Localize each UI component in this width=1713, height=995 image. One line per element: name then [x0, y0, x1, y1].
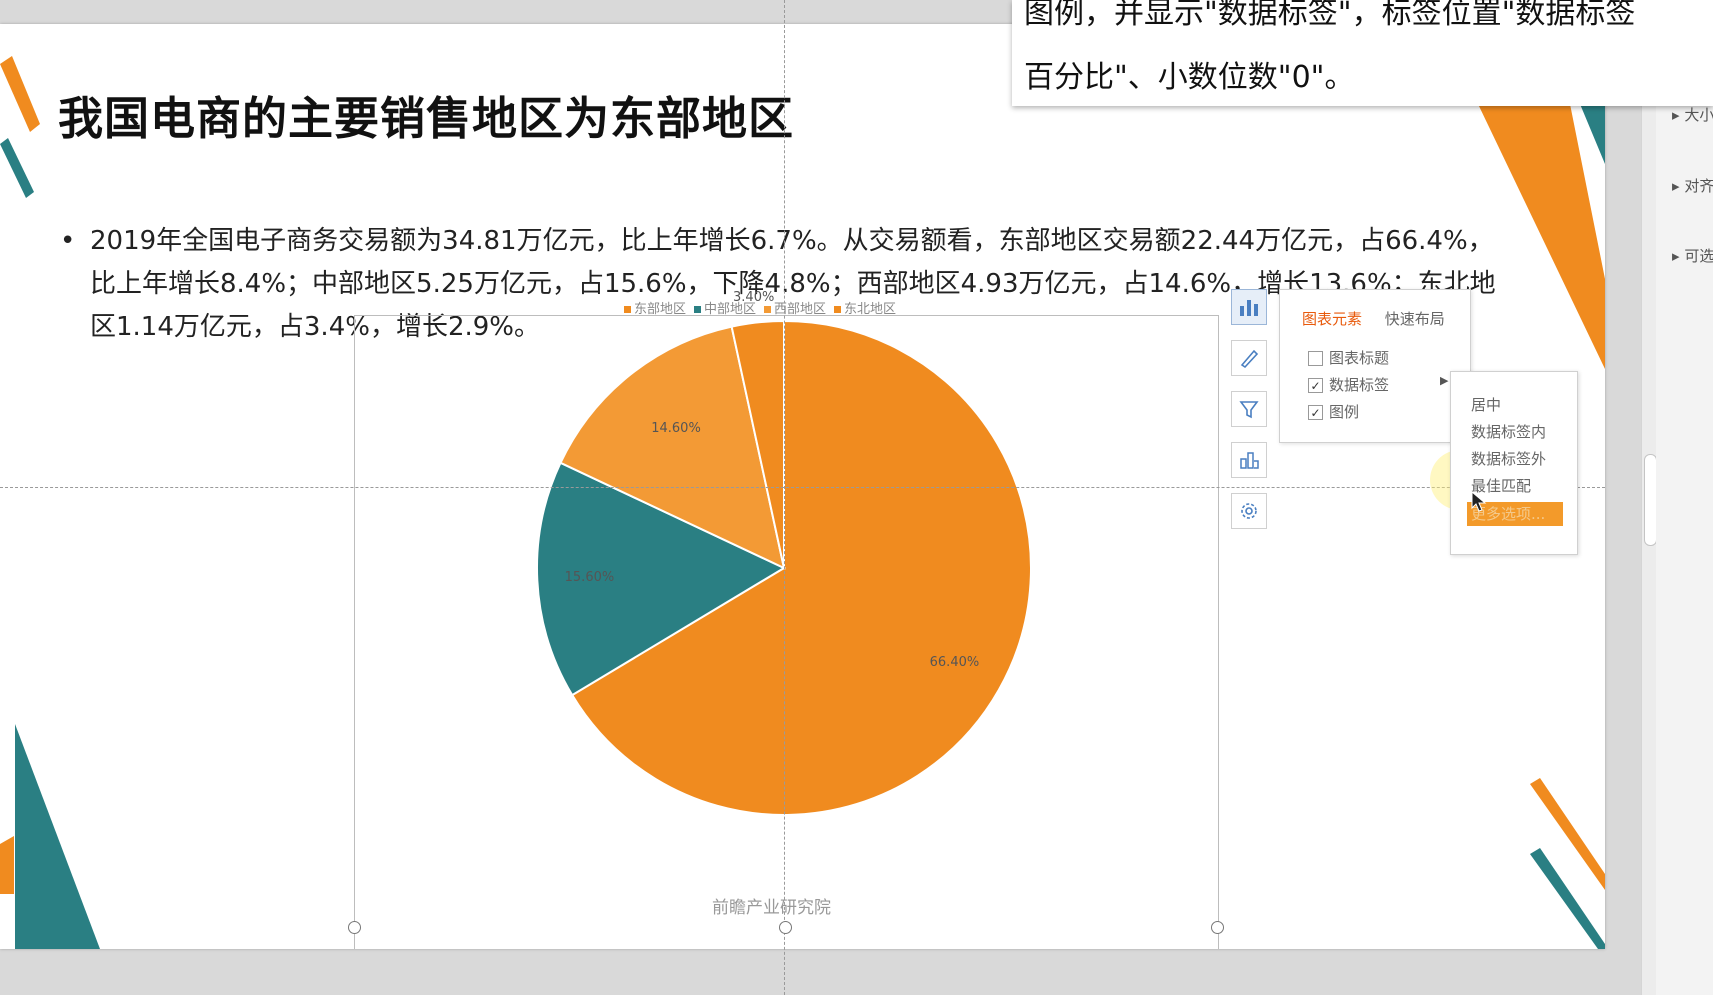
slide-title[interactable]: 我国电商的主要销售地区为东部地区 — [58, 82, 794, 147]
deco-orange-stripe-top-left — [0, 56, 40, 132]
legend-swatch — [694, 306, 702, 313]
option-label: 图表标题 — [1329, 349, 1390, 367]
chart-style-button[interactable] — [1231, 340, 1267, 376]
legend-label: 西部地区 — [774, 302, 827, 317]
resize-handle-bottom-right[interactable] — [1211, 921, 1224, 934]
label-position-menu: 居中 数据标签内 数据标签外 最佳匹配 更多选项... — [1450, 371, 1578, 555]
legend-checkbox[interactable]: ✓ — [1308, 405, 1323, 420]
chart-type-icon — [1240, 452, 1259, 469]
data-labels-checkbox[interactable]: ✓ — [1308, 378, 1323, 393]
right-panel-item-optional[interactable]: ▸ 可选 — [1672, 245, 1713, 266]
deco-teal-shape-top-right — [1580, 104, 1605, 164]
panel-tabs: 图表元素 快速布局 — [1302, 308, 1463, 329]
chart-elements-button[interactable] — [1231, 289, 1267, 325]
legend-label: 东北地区 — [844, 302, 897, 317]
tab-chart-elements[interactable]: 图表元素 — [1302, 308, 1362, 329]
data-label-3[interactable]: 3.40% — [733, 290, 774, 305]
instruction-note: 图例，并显示"数据标签"，标签位置"数据标签 百分比"、小数位数"0"。 — [1012, 0, 1713, 106]
right-panel-item-label: 对齐 — [1684, 177, 1713, 195]
instruction-line-2: 百分比"、小数位数"0"。 — [1024, 60, 1355, 95]
right-panel-item-size[interactable]: ▸ 大小 — [1672, 104, 1713, 125]
chart-toolbar — [1231, 289, 1271, 544]
submenu-arrow-icon[interactable]: ▶ — [1440, 374, 1448, 387]
right-properties-panel: ▸ 大小 ▸ 对齐 ▸ 可选 — [1656, 70, 1713, 995]
vertical-scrollbar[interactable] — [1641, 30, 1657, 995]
bullet-marker: • — [60, 226, 76, 256]
option-chart-title[interactable]: 图表标题 — [1308, 347, 1389, 368]
legend-swatch — [834, 306, 842, 313]
right-panel-item-align[interactable]: ▸ 对齐 — [1672, 175, 1713, 196]
instruction-line-1: 图例，并显示"数据标签"，标签位置"数据标签 — [1024, 0, 1636, 31]
chart-title-checkbox[interactable] — [1308, 351, 1323, 366]
menu-item-center[interactable]: 居中 — [1471, 394, 1501, 415]
chart-settings-icon — [1241, 503, 1257, 519]
deco-orange-stripe-bottom-right — [1530, 778, 1605, 890]
chart-elements-panel: 图表元素 快速布局 图表标题 ✓ 数据标签 ▶ ✓ 图例 — [1279, 289, 1471, 443]
data-label-0[interactable]: 66.40% — [930, 655, 980, 670]
chart-filter-button[interactable] — [1231, 391, 1267, 427]
option-data-labels[interactable]: ✓ 数据标签 ▶ — [1308, 374, 1448, 395]
deco-teal-triangle-bottom-left — [15, 724, 100, 949]
menu-item-outside-end[interactable]: 数据标签外 — [1471, 448, 1546, 469]
resize-handle-bottom-left[interactable] — [348, 921, 361, 934]
option-legend[interactable]: ✓ 图例 — [1308, 401, 1359, 422]
chart-type-button[interactable] — [1231, 442, 1267, 478]
deco-teal-stripe-top-left — [0, 138, 34, 198]
right-panel-item-label: 可选 — [1684, 247, 1713, 265]
legend-label: 东部地区 — [634, 302, 687, 317]
chart-source-label[interactable]: 前瞻产业研究院 — [712, 893, 831, 918]
resize-handle-bottom-center[interactable] — [779, 921, 792, 934]
data-label-1[interactable]: 15.60% — [565, 570, 615, 585]
legend-swatch — [764, 306, 772, 313]
option-label: 图例 — [1329, 403, 1360, 421]
horizontal-guide-line — [0, 487, 1605, 488]
mouse-cursor-icon — [1471, 490, 1487, 512]
chart-style-icon — [1240, 349, 1259, 369]
tab-quick-layout[interactable]: 快速布局 — [1385, 308, 1445, 329]
menu-item-inside-end[interactable]: 数据标签内 — [1471, 421, 1546, 442]
chart-filter-icon — [1239, 401, 1259, 419]
pie-chart[interactable] — [354, 291, 1217, 927]
data-label-2[interactable]: 14.60% — [651, 421, 701, 436]
deco-orange-corner-bottom-left — [0, 836, 14, 894]
chart-elements-icon — [1240, 300, 1258, 316]
legend-swatch — [624, 306, 631, 313]
legend-item-3[interactable]: 东北地区 — [834, 302, 896, 317]
right-panel-item-label: 大小 — [1684, 106, 1713, 124]
legend-item-0[interactable]: 东部地区 — [624, 302, 686, 317]
chart-settings-button[interactable] — [1231, 493, 1267, 529]
vertical-guide-line — [784, 0, 785, 995]
option-label: 数据标签 — [1329, 376, 1390, 394]
